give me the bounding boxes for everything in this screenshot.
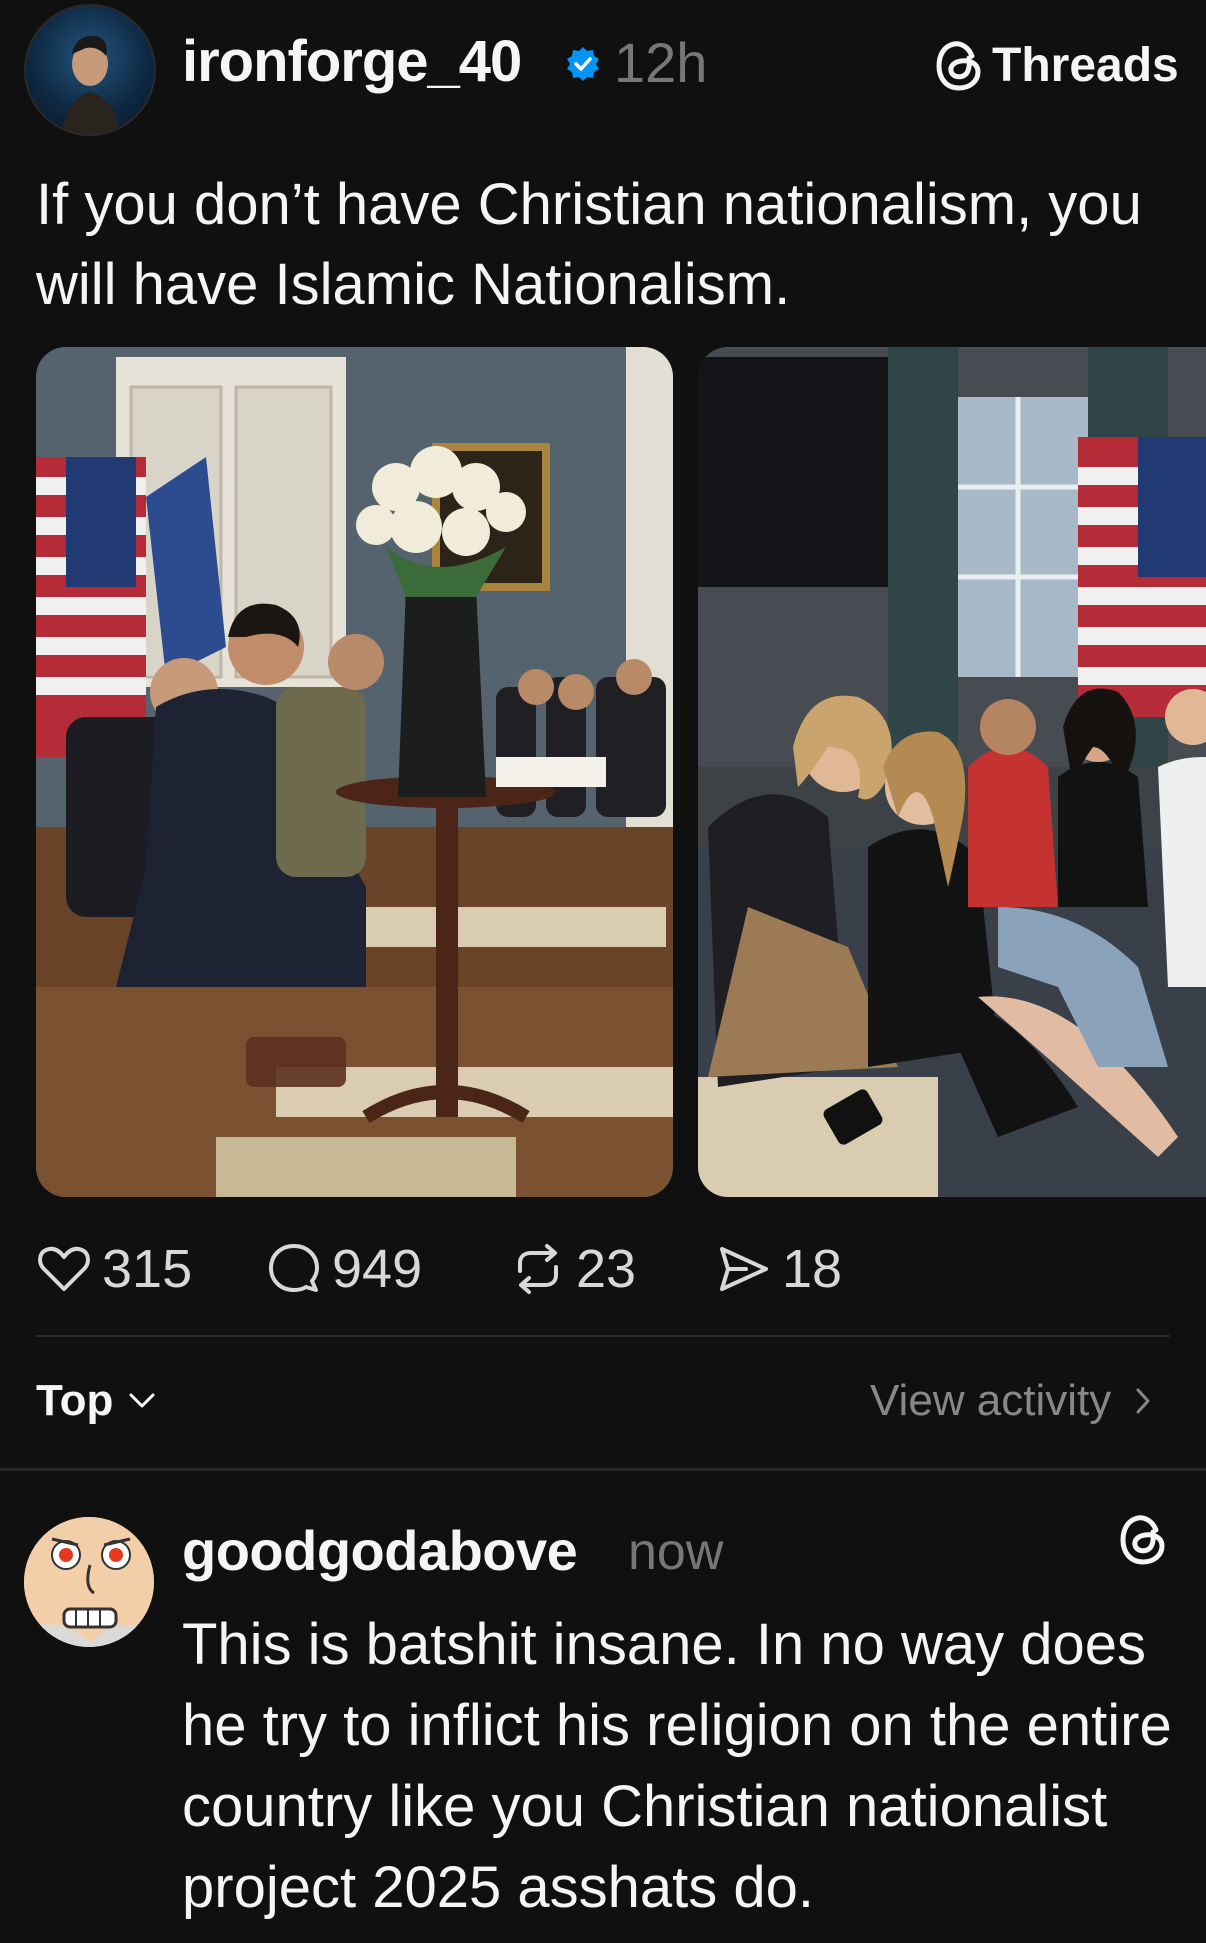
post-text: If you don’t have Christian nationalism,…	[36, 172, 1142, 317]
author-avatar[interactable]	[24, 4, 156, 136]
like-button[interactable]: 315	[36, 1235, 192, 1303]
repost-icon	[518, 1244, 558, 1294]
verified-badge-icon	[567, 47, 599, 81]
divider	[36, 1335, 1170, 1337]
view-activity-label: View activity	[870, 1376, 1112, 1425]
comment-count: 949	[332, 1239, 423, 1299]
post-time: 12h	[614, 31, 708, 94]
reply-text: This is batshit insane. In no way does h…	[182, 1612, 1172, 1920]
share-button[interactable]: 18	[716, 1235, 842, 1303]
threads-brand-label[interactable]: Threads	[992, 38, 1179, 93]
repost-count: 23	[576, 1239, 637, 1299]
reply-author-avatar[interactable]	[24, 1517, 154, 1647]
comment-icon	[269, 1244, 319, 1292]
like-count: 315	[102, 1239, 193, 1299]
post-photo-1[interactable]	[36, 347, 673, 1197]
threads-logo-icon	[936, 41, 981, 91]
threads-logo-icon[interactable]	[1118, 1512, 1168, 1568]
author-username[interactable]: ironforge_40	[182, 28, 522, 95]
comment-button[interactable]: 949	[266, 1235, 422, 1303]
chevron-down-icon	[129, 1393, 155, 1408]
send-icon	[720, 1247, 768, 1291]
repost-button[interactable]: 23	[510, 1235, 636, 1303]
post-photo-2[interactable]	[698, 347, 1206, 1197]
reply-username[interactable]: goodgodabove	[182, 1518, 578, 1583]
share-count: 18	[782, 1239, 843, 1299]
section-separator	[0, 1468, 1206, 1471]
sort-label: Top	[36, 1376, 114, 1425]
reply-time: now	[628, 1523, 724, 1581]
heart-icon	[38, 1246, 90, 1291]
view-activity-link[interactable]: View activity	[870, 1376, 1153, 1426]
chevron-right-icon	[1136, 1388, 1150, 1414]
sort-dropdown[interactable]: Top	[36, 1376, 157, 1426]
